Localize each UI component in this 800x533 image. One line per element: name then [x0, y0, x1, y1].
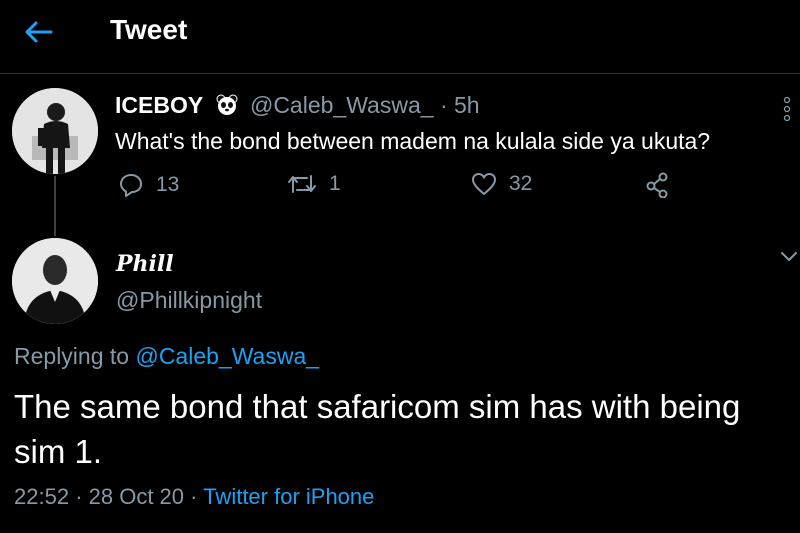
tweet-actions: 13 1 32	[0, 172, 800, 202]
reply-tweet-text: The same bond that safaricom sim has wit…	[14, 388, 741, 470]
user-handle[interactable]: @Phillkipnight	[116, 287, 262, 314]
reply-count: 13	[156, 173, 180, 196]
retweet-count: 1	[329, 172, 341, 195]
mention-link[interactable]: @Caleb_Waswa_	[135, 343, 319, 369]
avatar[interactable]	[12, 238, 98, 324]
quoted-tweet-meta: ICEBOY @Caleb_Waswa_ · 5h	[115, 92, 480, 122]
top-bar: Tweet	[0, 0, 800, 74]
share-icon	[646, 172, 668, 198]
replying-prefix: Replying to	[14, 343, 130, 369]
back-arrow-icon	[25, 21, 53, 43]
user-name[interactable]: Phill	[116, 251, 174, 277]
separator-dot: ·	[75, 484, 83, 509]
like-count: 32	[509, 172, 533, 195]
person-photo	[12, 88, 98, 174]
tweet-timestamp: 22:52 · 28 Oct 20 · Twitter for iPhone	[14, 484, 374, 510]
replying-to: Replying to @Caleb_Waswa_	[14, 343, 319, 370]
back-button[interactable]	[22, 16, 54, 48]
tweet-time[interactable]: 5h	[454, 92, 480, 118]
avatar[interactable]	[12, 88, 98, 174]
person-photo	[12, 238, 98, 324]
page-title: Tweet	[110, 14, 188, 45]
like-button[interactable]: 32	[471, 172, 532, 196]
chevron-down-icon[interactable]	[780, 250, 798, 269]
separator-dot: ·	[439, 92, 448, 118]
reply-button[interactable]: 13	[118, 172, 179, 198]
heart-icon	[472, 173, 496, 195]
panda-emoji-icon	[216, 94, 238, 122]
user-handle[interactable]: @Caleb_Waswa_	[250, 92, 434, 118]
separator-dot: ·	[190, 484, 198, 509]
more-options-icon[interactable]	[782, 96, 792, 127]
client-link[interactable]: Twitter for iPhone	[203, 484, 374, 509]
user-name[interactable]: ICEBOY	[115, 92, 203, 118]
retweet-icon	[288, 175, 316, 193]
retweet-button[interactable]: 1	[287, 172, 341, 196]
quoted-tweet-text: What's the bond between madem na kulala …	[115, 128, 711, 154]
tweet-date: 28 Oct 20	[88, 484, 185, 509]
share-button[interactable]	[645, 172, 669, 198]
reply-icon	[120, 174, 142, 197]
tweet-time: 22:52	[14, 484, 70, 509]
